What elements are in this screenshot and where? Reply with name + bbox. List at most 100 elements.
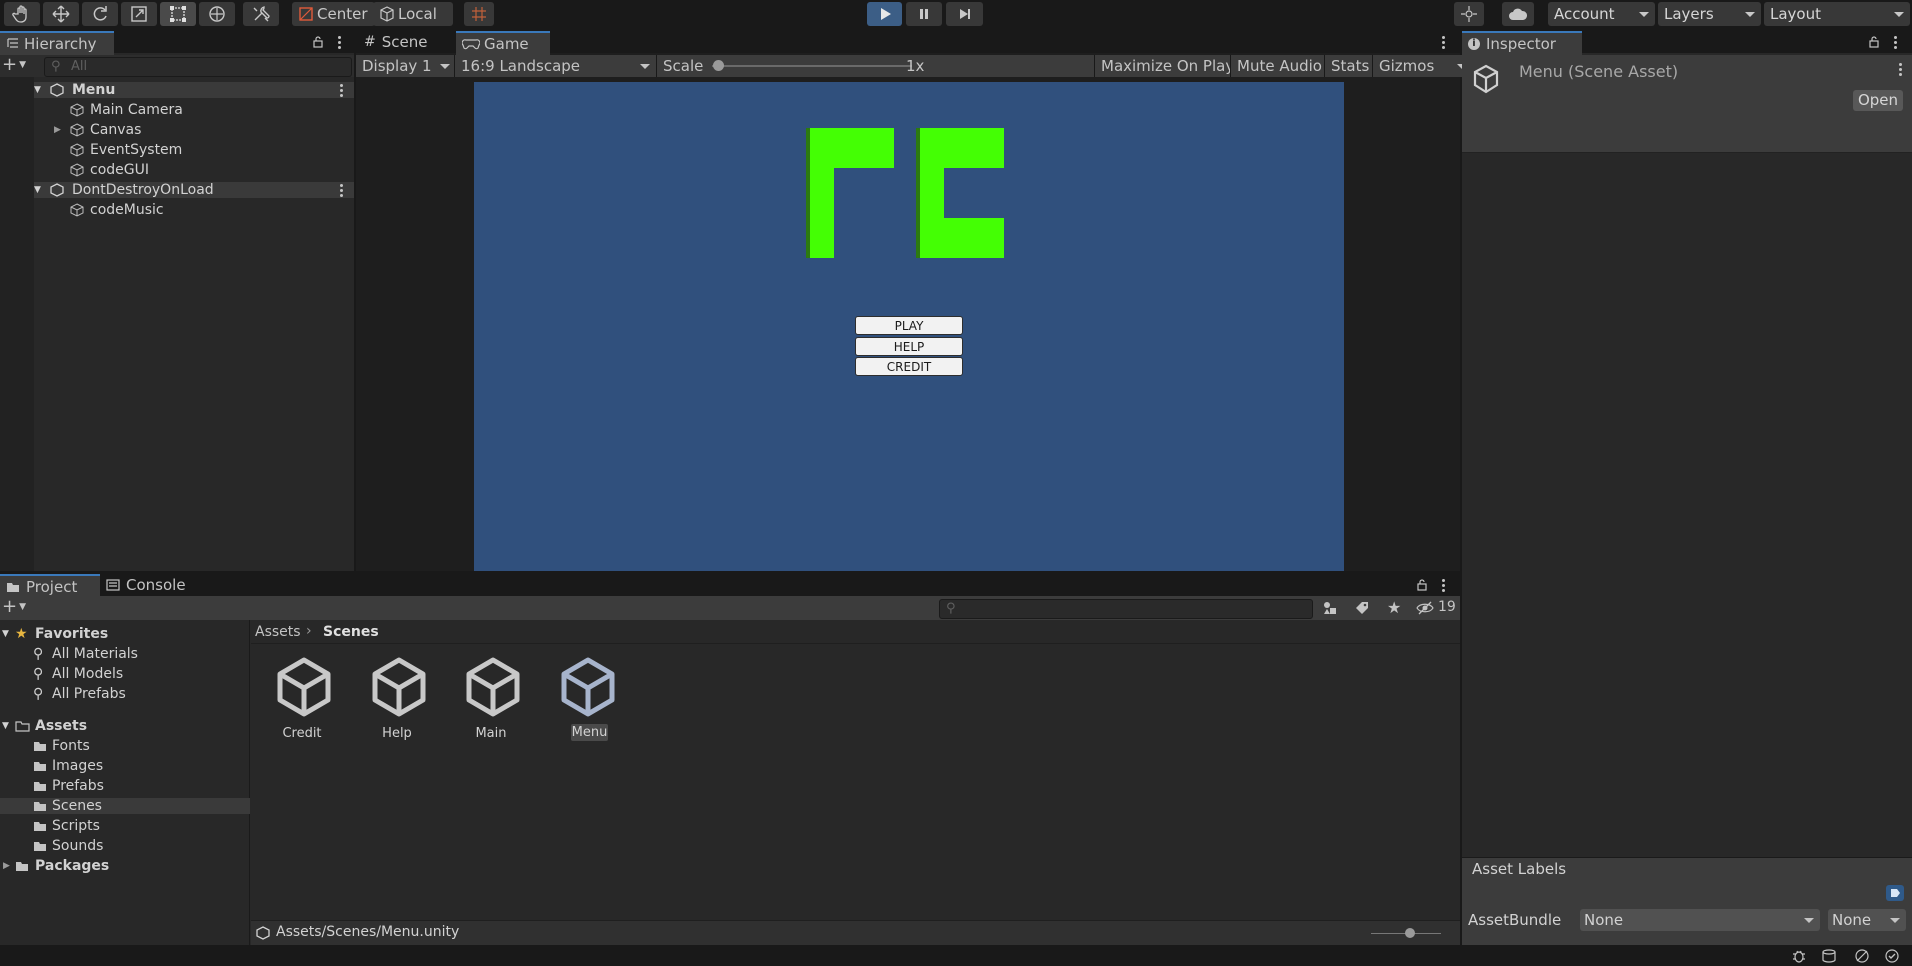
grid-snap-button[interactable] bbox=[464, 2, 494, 26]
folder-icon bbox=[34, 802, 46, 811]
more-options-icon[interactable] bbox=[1899, 63, 1902, 78]
favorite-item-label: All Prefabs bbox=[52, 686, 126, 702]
move-tool-button[interactable] bbox=[43, 2, 79, 26]
more-options-icon[interactable] bbox=[1894, 36, 1897, 51]
pause-button[interactable] bbox=[906, 2, 942, 26]
hierarchy-search-input[interactable]: ⚲ All bbox=[44, 57, 352, 77]
debug-bug-icon[interactable] bbox=[1791, 948, 1807, 964]
expand-arrow-icon[interactable]: ▶ bbox=[54, 125, 61, 135]
hierarchy-item-label: DontDestroyOnLoad bbox=[72, 182, 214, 198]
label-filter-icon[interactable] bbox=[1355, 601, 1369, 615]
checkmark-icon[interactable] bbox=[1884, 948, 1900, 964]
assetbundle-dropdown[interactable]: None bbox=[1580, 909, 1820, 931]
expand-arrow-icon[interactable]: ▶ bbox=[3, 861, 10, 871]
project-folder-tree: ▼ ★ Favorites ⚲ All Materials ⚲ All Mode… bbox=[0, 620, 250, 945]
lock-icon[interactable] bbox=[1416, 579, 1428, 591]
scale-slider-track[interactable] bbox=[712, 65, 912, 67]
assetbundle-variant-dropdown[interactable]: None bbox=[1828, 909, 1906, 931]
tab-scene-label: Scene bbox=[381, 33, 428, 51]
gizmos-dropdown[interactable]: Gizmos bbox=[1372, 55, 1473, 77]
pivot-space-toggle[interactable]: Local bbox=[373, 2, 453, 26]
breadcrumb-current[interactable]: Scenes bbox=[323, 624, 379, 640]
folder-images[interactable]: Images bbox=[0, 758, 250, 774]
mute-audio-toggle[interactable]: Mute Audio bbox=[1230, 55, 1337, 77]
rotate-tool-button[interactable] bbox=[82, 2, 118, 26]
tab-hierarchy[interactable]: Hierarchy bbox=[0, 31, 114, 55]
hand-tool-button[interactable] bbox=[4, 2, 40, 26]
favorite-star-icon[interactable]: ★ bbox=[1387, 598, 1401, 617]
hierarchy-item-codemusic[interactable]: codeMusic bbox=[0, 202, 354, 218]
search-icon: ⚲ bbox=[33, 686, 44, 702]
hierarchy-scene-menu[interactable]: ▼ Menu bbox=[0, 82, 354, 98]
breadcrumb: Assets › Scenes bbox=[251, 620, 1460, 644]
more-options-icon[interactable] bbox=[1442, 36, 1445, 51]
tab-game[interactable]: Game bbox=[456, 31, 550, 55]
help-menu-label: HELP bbox=[893, 340, 925, 354]
add-object-button[interactable]: + ▼ bbox=[2, 56, 34, 75]
assets-root[interactable]: ▼ Assets bbox=[0, 718, 250, 734]
maximize-on-play-toggle[interactable]: Maximize On Play bbox=[1094, 55, 1243, 77]
unity-scene-icon bbox=[372, 657, 426, 717]
pivot-center-toggle[interactable]: Center bbox=[292, 2, 375, 26]
folder-prefabs[interactable]: Prefabs bbox=[0, 778, 250, 794]
scene-asset-help[interactable]: Help bbox=[362, 654, 438, 744]
layers-dropdown[interactable]: Layers bbox=[1658, 2, 1761, 26]
display-dropdown[interactable]: Display 1 bbox=[356, 55, 455, 77]
hierarchy-item-main-camera[interactable]: Main Camera bbox=[0, 102, 354, 118]
hierarchy-item-canvas[interactable]: ▶ Canvas bbox=[0, 122, 354, 138]
layout-dropdown[interactable]: Layout bbox=[1764, 2, 1910, 26]
aspect-dropdown[interactable]: 16:9 Landscape bbox=[457, 55, 657, 77]
icon-size-slider-thumb[interactable] bbox=[1405, 928, 1415, 938]
scale-slider-thumb[interactable] bbox=[713, 60, 724, 71]
open-button[interactable]: Open bbox=[1853, 90, 1903, 111]
search-by-type-icon[interactable] bbox=[1322, 601, 1338, 615]
scene-asset-credit[interactable]: Credit bbox=[267, 654, 343, 744]
packages-root[interactable]: ▶ Packages bbox=[0, 858, 250, 874]
more-options-icon[interactable] bbox=[340, 184, 343, 199]
play-menu-button[interactable]: PLAY bbox=[855, 316, 963, 335]
transform-tool-button[interactable] bbox=[199, 2, 235, 26]
hierarchy-scene-dontdestroyonload[interactable]: ▼ DontDestroyOnLoad bbox=[0, 182, 354, 198]
more-options-icon[interactable] bbox=[338, 36, 341, 51]
favorites-header[interactable]: ▼ ★ Favorites bbox=[0, 626, 250, 642]
tab-scene[interactable]: # Scene bbox=[358, 31, 454, 53]
more-options-icon[interactable] bbox=[340, 84, 343, 99]
favorite-item-materials[interactable]: ⚲ All Materials bbox=[0, 646, 250, 662]
scale-tool-button[interactable] bbox=[121, 2, 157, 26]
lock-icon[interactable] bbox=[312, 36, 324, 48]
gameobject-cube-icon bbox=[70, 103, 84, 117]
folder-fonts[interactable]: Fonts bbox=[0, 738, 250, 754]
play-button[interactable] bbox=[867, 2, 902, 26]
scene-asset-main[interactable]: Main bbox=[456, 654, 532, 744]
collab-button[interactable] bbox=[1454, 2, 1484, 26]
tab-project[interactable]: Project bbox=[0, 574, 100, 598]
folder-scenes[interactable]: Scenes bbox=[0, 798, 250, 814]
auto-generate-lighting-icon[interactable] bbox=[1854, 948, 1870, 964]
add-label-button[interactable] bbox=[1886, 885, 1904, 901]
cache-server-icon[interactable] bbox=[1821, 948, 1837, 964]
scene-asset-menu[interactable]: Menu bbox=[551, 654, 627, 744]
help-menu-button[interactable]: HELP bbox=[855, 337, 963, 356]
favorite-item-prefabs[interactable]: ⚲ All Prefabs bbox=[0, 686, 250, 702]
more-options-icon[interactable] bbox=[1442, 579, 1445, 594]
cloud-button[interactable] bbox=[1502, 2, 1534, 26]
credit-menu-button[interactable]: CREDIT bbox=[855, 357, 963, 376]
favorite-item-models[interactable]: ⚲ All Models bbox=[0, 666, 250, 682]
hidden-packages-icon[interactable] bbox=[1416, 601, 1434, 615]
rect-tool-button[interactable] bbox=[160, 2, 196, 26]
create-asset-button[interactable]: + ▼ bbox=[2, 598, 34, 616]
account-dropdown[interactable]: Account bbox=[1548, 2, 1655, 26]
account-label: Account bbox=[1554, 5, 1615, 23]
project-search-input[interactable]: ⚲ bbox=[939, 599, 1313, 619]
hierarchy-item-eventsystem[interactable]: EventSystem bbox=[0, 142, 354, 158]
scene-grid-icon: # bbox=[364, 34, 376, 50]
tab-console[interactable]: Console bbox=[100, 574, 202, 596]
breadcrumb-root[interactable]: Assets bbox=[255, 624, 301, 640]
tab-inspector[interactable]: i Inspector bbox=[1462, 31, 1582, 55]
step-button[interactable] bbox=[946, 2, 983, 26]
hierarchy-item-codegui[interactable]: codeGUI bbox=[0, 162, 354, 178]
custom-tools-button[interactable] bbox=[243, 2, 279, 26]
folder-sounds[interactable]: Sounds bbox=[0, 838, 250, 854]
folder-scripts[interactable]: Scripts bbox=[0, 818, 250, 834]
lock-icon[interactable] bbox=[1868, 36, 1880, 48]
